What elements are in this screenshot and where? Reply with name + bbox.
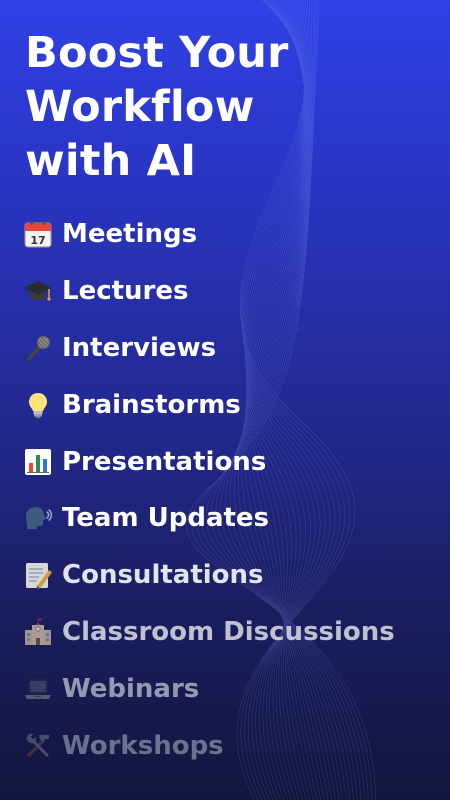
use-case-label: Webinars [62,673,200,704]
use-case-label: Classroom Discussions [62,616,395,647]
bar-chart-icon [22,446,54,478]
use-case-item: 17 Meetings [22,206,442,263]
use-case-item: Interviews [22,320,442,377]
microphone-icon [22,332,54,364]
use-case-label: Consultations [62,560,264,591]
use-case-label: Workshops [62,730,224,761]
use-case-item: Brainstorms [22,376,442,433]
use-case-item: Classroom Discussions [22,604,442,661]
use-case-item: Lectures [22,263,442,320]
headline-line-2: Workflow [25,82,255,132]
use-case-item: Workshops [22,717,442,774]
speaking-head-icon [22,502,54,534]
use-case-list: 17 Meetings Lectures Interviews Brainsto… [22,206,442,774]
svg-text:17: 17 [30,234,45,247]
headline: Boost Your Workflow with AI [25,26,435,188]
use-case-label: Brainstorms [62,389,241,420]
use-case-label: Meetings [62,219,198,250]
graduation-cap-icon [22,275,54,307]
tools-icon [22,730,54,762]
laptop-icon [22,673,54,705]
use-case-item: Webinars [22,660,442,717]
school-icon [22,616,54,648]
memo-icon [22,559,54,591]
headline-line-3: with AI [25,136,197,186]
use-case-item: Presentations [22,433,442,490]
use-case-label: Presentations [62,446,267,477]
use-case-label: Team Updates [62,503,270,534]
light-bulb-icon [22,389,54,421]
headline-line-1: Boost Your [25,28,289,78]
use-case-item: Team Updates [22,490,442,547]
use-case-label: Interviews [62,332,217,363]
use-case-label: Lectures [62,276,189,307]
use-case-item: Consultations [22,547,442,604]
calendar-icon: 17 [22,218,54,250]
